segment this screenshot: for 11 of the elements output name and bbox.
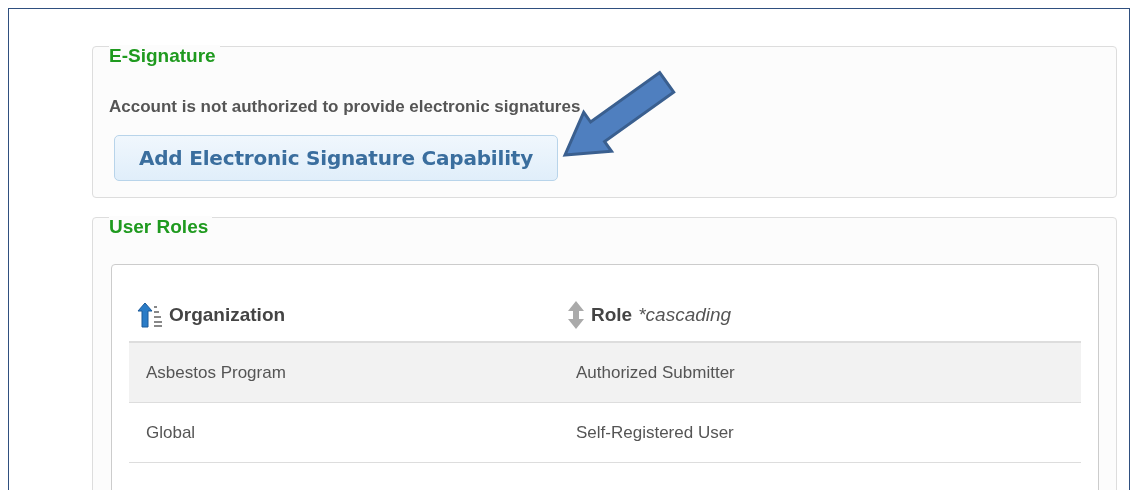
table-cell-text: Asbestos Program	[145, 362, 287, 383]
sort-ascending-icon[interactable]	[137, 302, 163, 328]
column-header[interactable]: Role	[591, 304, 633, 326]
authorization-message: Account is not authorized to provide electronic signatures	[109, 97, 582, 117]
table-cell-text: Global	[145, 422, 197, 443]
column-note: *cascading	[638, 304, 732, 326]
column-header[interactable]: Organization	[169, 304, 286, 326]
section-title: E-Signature	[109, 45, 220, 67]
add-signature-button[interactable]: Add Electronic Signature Capability	[114, 135, 558, 181]
table-cell-text: Authorized Submitter	[575, 362, 736, 383]
table-cell-text: Self-Registered User	[575, 422, 735, 443]
